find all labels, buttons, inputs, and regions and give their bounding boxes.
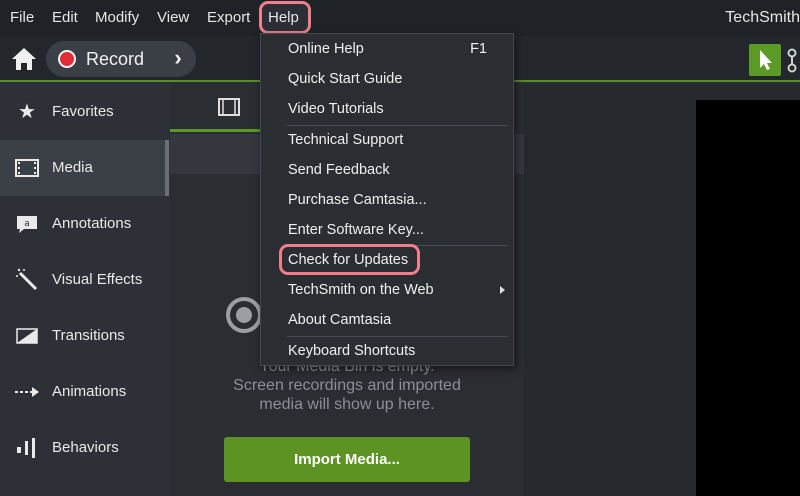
import-media-button[interactable]: Import Media... [224,437,470,482]
menu-item-label: TechSmith on the Web [288,282,434,298]
empty-message-line3: media will show up here. [259,396,435,413]
menu-item-label: Purchase Camtasia... [288,192,427,208]
menu-item-technical-support[interactable]: Technical Support [261,125,513,155]
canvas-preview[interactable] [696,100,800,496]
empty-message-line2: Screen recordings and imported [233,377,461,394]
sidebar-item-transitions[interactable]: Transitions [0,308,168,364]
path-tool-button[interactable] [784,44,800,76]
help-dropdown-menu: Online Help F1 Quick Start Guide Video T… [260,33,514,366]
submenu-arrow-icon [500,286,505,294]
star-icon: ★ [18,101,36,123]
menu-item-techsmith-on-the-web[interactable]: TechSmith on the Web [261,275,513,305]
menu-item-shortcut: F1 [470,41,487,57]
svg-text:a: a [24,219,30,229]
sidebar-item-label: Visual Effects [52,271,143,288]
cursor-icon [760,50,772,70]
menu-item-label: Enter Software Key... [288,222,424,238]
record-options-button[interactable]: › [160,41,196,77]
menu-item-label: Quick Start Guide [288,71,403,87]
menu-item-label: Video Tutorials [288,101,384,117]
select-tool-button[interactable] [749,44,781,76]
menu-item-label: Send Feedback [288,162,390,178]
menu-item-label: Keyboard Shortcuts [288,343,416,359]
film-icon [218,98,240,116]
sidebar-item-label: Favorites [52,103,114,120]
record-label: Record [86,49,145,69]
sidebar-item-label: Transitions [52,327,125,344]
menu-bar: File Edit Modify View Export Help TechSm… [0,0,800,36]
record-placeholder-icon [226,297,262,333]
menu-item-keyboard-shortcuts[interactable]: Keyboard Shortcuts [261,336,513,366]
menu-item-purchase-camtasia[interactable]: Purchase Camtasia... [261,185,513,215]
canvas-area [524,84,800,496]
menu-item-label: Check for Updates [288,252,409,268]
sidebar-item-visual-effects[interactable]: Visual Effects [0,252,168,308]
menu-item-quick-start-guide[interactable]: Quick Start Guide [261,64,513,94]
sidebar-scrollbar[interactable] [165,140,169,196]
sidebar-item-label: Media [52,159,93,176]
sidebar-item-label: Behaviors [52,439,119,456]
menu-item-label: Online Help [288,41,364,57]
record-dot-icon [58,50,76,68]
menu-edit[interactable]: Edit [52,0,78,36]
film-icon [14,155,40,181]
menu-item-send-feedback[interactable]: Send Feedback [261,155,513,185]
animation-arrow-icon [14,379,40,405]
menu-item-check-for-updates[interactable]: Check for Updates [261,245,513,275]
menu-view[interactable]: View [157,0,189,36]
menu-file[interactable]: File [10,0,34,36]
sidebar-item-label: Animations [52,383,127,400]
sidebar-item-media[interactable]: Media [0,140,168,196]
menu-item-online-help[interactable]: Online Help F1 [261,34,513,64]
sidebar-item-behaviors[interactable]: Behaviors [0,420,168,476]
menu-help[interactable]: Help [268,0,299,36]
record-button[interactable]: Record [46,41,160,77]
magic-wand-icon [14,267,40,293]
app-title: TechSmith [725,9,800,26]
menu-item-label: Technical Support [288,132,404,148]
tools-sidebar: ★ Favorites Media a Annotations Visual E… [0,84,170,496]
menu-modify[interactable]: Modify [95,0,139,36]
annotation-icon: a [14,211,40,237]
sidebar-item-annotations[interactable]: a Annotations [0,196,168,252]
behaviors-icon [14,435,40,461]
sidebar-item-label: Annotations [52,215,132,232]
menu-item-label: About Camtasia [288,312,392,328]
transition-icon [14,323,40,349]
sidebar-item-favorites[interactable]: ★ Favorites [0,84,168,140]
home-icon[interactable] [10,46,38,72]
menu-item-enter-software-key[interactable]: Enter Software Key... [261,215,513,245]
path-icon [787,48,797,73]
sidebar-item-animations[interactable]: Animations [0,364,168,420]
menu-export[interactable]: Export [207,0,250,36]
menu-item-about-camtasia[interactable]: About Camtasia [261,305,513,335]
menu-item-video-tutorials[interactable]: Video Tutorials [261,94,513,124]
